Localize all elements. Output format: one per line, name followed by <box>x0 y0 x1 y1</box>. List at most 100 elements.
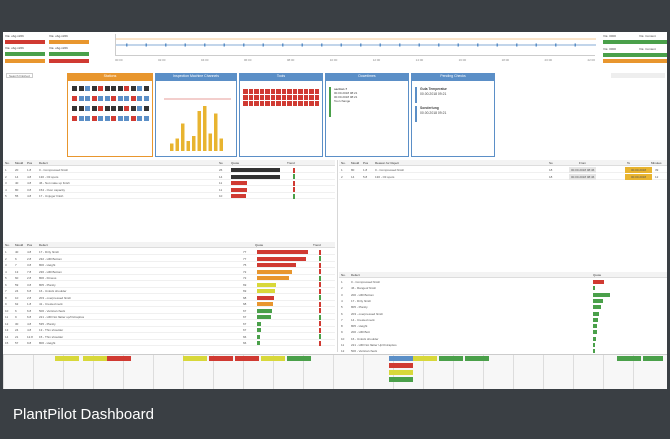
tool-cell[interactable] <box>248 95 253 100</box>
table-row[interactable]: 2 6 2.8 232 - Hfill Bottom 77 <box>3 256 335 262</box>
shift-cell[interactable] <box>389 370 413 375</box>
panel-tools[interactable] <box>239 80 323 157</box>
panel-checks[interactable]: Gula Temperatur 00.00.2018 09:21 Sonderl… <box>411 80 495 157</box>
tool-cell[interactable] <box>254 101 259 106</box>
right-filter[interactable] <box>611 73 665 78</box>
t1-h-quote[interactable]: Quote <box>231 160 239 166</box>
station-cell[interactable] <box>130 116 136 121</box>
table-row[interactable]: 4 13 7.8 236 - Hfill Bottom 72 <box>3 269 335 275</box>
t1-h-mould[interactable]: Mould <box>15 160 23 166</box>
table-row[interactable]: 10 16 - Unlock shoulder <box>339 336 667 342</box>
tool-cell[interactable] <box>270 89 275 94</box>
t3-h-defect[interactable]: Defect <box>39 242 48 248</box>
t4-h-defect[interactable]: Defect <box>351 272 360 278</box>
tool-cell[interactable] <box>309 95 314 100</box>
station-cell[interactable] <box>72 106 77 111</box>
channel-bar[interactable] <box>175 138 180 152</box>
table-row[interactable]: 1 0 - Compressed finish <box>339 279 667 285</box>
station-cell[interactable] <box>117 86 123 91</box>
downtime-card[interactable]: section 7 00.00.2018 08:21 00.00.2018 08… <box>329 87 405 117</box>
tool-cell[interactable] <box>287 101 292 106</box>
t2-h-so[interactable]: So <box>549 160 553 166</box>
t1-h-no[interactable]: No. <box>5 160 10 166</box>
t1-h-defect[interactable]: Defect <box>39 160 48 166</box>
check-card-2[interactable]: Sonderlung 00.00.2018 09:21 <box>415 106 491 122</box>
t2-h-no[interactable]: No. <box>341 160 346 166</box>
check-card-1[interactable]: Gula Temperatur 00.00.2018 09:21 <box>415 87 491 103</box>
table-row[interactable]: 2 14 5.8 130 - Oil spots 18 00.00.2018 08:46 0… <box>339 173 667 180</box>
table-row[interactable]: 6 59 3.8 805 - Planity 69 <box>3 282 335 288</box>
table-row[interactable]: 9 62 1.8 41 - Crested neck 68 <box>3 301 335 307</box>
table-row[interactable]: 5 55 4.8 17 - Unjuger finish 10 <box>3 193 335 199</box>
panel-stations[interactable] <box>67 80 153 157</box>
station-cell[interactable] <box>143 106 149 111</box>
shift-cell[interactable] <box>287 356 311 361</box>
station-cell[interactable] <box>98 86 103 91</box>
tool-cell[interactable] <box>303 101 308 106</box>
channel-bar[interactable] <box>170 143 174 152</box>
table-row[interactable]: 1 80 1.8 0 - Compressed finish 18 00.00.2018 … <box>339 167 667 173</box>
shift-cell[interactable] <box>209 356 233 361</box>
tool-cell[interactable] <box>303 95 308 100</box>
tool-cell[interactable] <box>314 95 319 100</box>
table-row[interactable]: 1 20 1.8 0 - Compressed finish 26 <box>3 167 335 173</box>
shift-cell[interactable] <box>389 356 413 361</box>
station-cell[interactable] <box>85 86 90 91</box>
station-cell[interactable] <box>124 86 129 91</box>
table-row[interactable]: 1 40 4.8 17 - Dirty finish 77 <box>3 249 335 255</box>
station-cell[interactable] <box>72 86 77 91</box>
table-row[interactable]: 4 17 - Dirty finish <box>339 298 667 304</box>
station-cell[interactable] <box>143 116 149 121</box>
tool-cell[interactable] <box>254 95 259 100</box>
station-cell[interactable] <box>130 86 136 91</box>
table-row[interactable]: 4 80 3.8 154 - Over capacity 11 <box>3 187 335 193</box>
station-cell[interactable] <box>91 86 97 91</box>
shift-cell[interactable] <box>465 356 489 361</box>
t3-h-trend[interactable]: Trend <box>313 242 321 248</box>
station-cell[interactable] <box>98 116 103 121</box>
station-cell[interactable] <box>78 86 84 91</box>
t2-h-minutes[interactable]: Minutes <box>651 160 662 166</box>
station-cell[interactable] <box>91 106 97 111</box>
tool-cell[interactable] <box>248 101 253 106</box>
tool-cell[interactable] <box>303 89 308 94</box>
tool-cell[interactable] <box>259 95 264 100</box>
station-cell[interactable] <box>137 116 142 121</box>
station-cell[interactable] <box>124 106 129 111</box>
tool-cell[interactable] <box>287 95 292 100</box>
table-row[interactable]: 7 24 6.8 16 - Unlock shoulder 69 <box>3 288 335 294</box>
tool-cell[interactable] <box>265 95 270 100</box>
station-cell[interactable] <box>91 116 97 121</box>
tool-cell[interactable] <box>265 89 270 94</box>
station-cell[interactable] <box>130 96 136 101</box>
t4-h-quote[interactable]: Quote <box>593 272 601 278</box>
station-cell[interactable] <box>104 116 110 121</box>
t2-h-pos[interactable]: Pos <box>363 160 368 166</box>
tool-cell[interactable] <box>276 101 281 106</box>
table-row[interactable]: 13 24 4.8 13 - Thin shoulder 67 <box>3 327 335 333</box>
tool-cell[interactable] <box>265 101 270 106</box>
table-row[interactable]: 7 14 - Crested neck <box>339 317 667 323</box>
tool-cell[interactable] <box>298 101 303 106</box>
station-cell[interactable] <box>85 96 90 101</box>
t2-h-to[interactable]: To <box>627 160 630 166</box>
table-row[interactable]: 5 805 - Planity <box>339 304 667 310</box>
tool-cell[interactable] <box>314 101 319 106</box>
t4-h-no[interactable]: No. <box>341 272 346 278</box>
station-cell[interactable] <box>137 96 142 101</box>
shift-cell[interactable] <box>107 356 131 361</box>
station-cell[interactable] <box>98 96 103 101</box>
station-cell[interactable] <box>72 116 77 121</box>
tool-cell[interactable] <box>276 89 281 94</box>
t3-h-quote[interactable]: Quote <box>255 242 263 248</box>
t3-h-pos[interactable]: Pos <box>27 242 32 248</box>
channel-bar[interactable] <box>192 136 196 151</box>
tool-cell[interactable] <box>243 101 248 106</box>
table-row[interactable]: 3 200 - Hfill Bottom <box>339 292 667 298</box>
station-cell[interactable] <box>117 106 123 111</box>
channel-bar[interactable] <box>214 113 218 152</box>
table-row[interactable]: 5 60 2.8 806 - Fitness 72 <box>3 275 335 281</box>
tool-cell[interactable] <box>292 101 297 106</box>
tool-cell[interactable] <box>314 89 319 94</box>
table-row[interactable]: 11 9 6.8 221 - Hfill Not flatter up/Oxtrapi… <box>3 314 335 320</box>
